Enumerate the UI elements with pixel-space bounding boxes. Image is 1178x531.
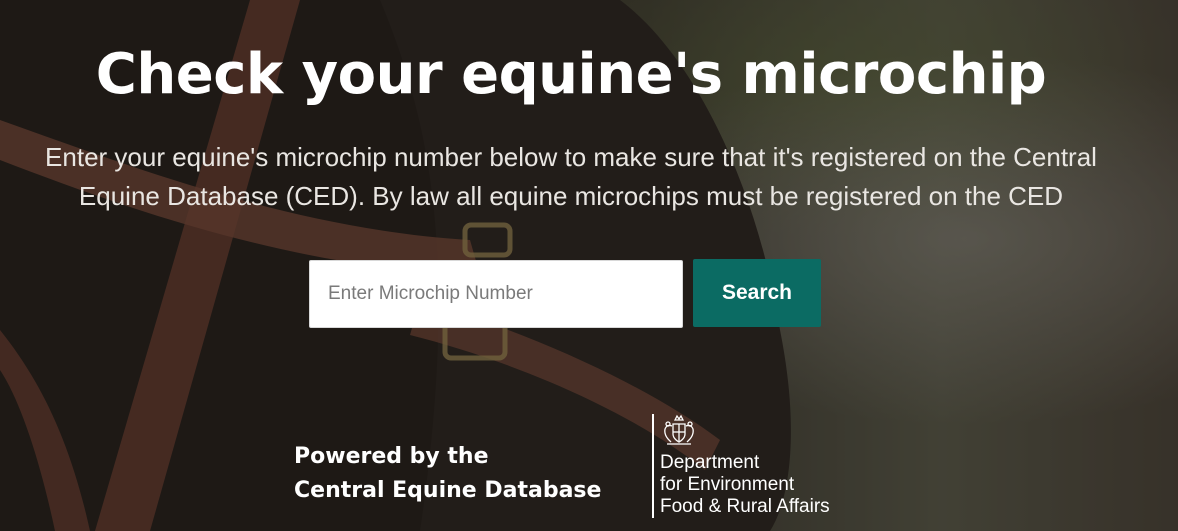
- search-button[interactable]: Search: [693, 259, 821, 327]
- defra-line-1: Department: [660, 452, 760, 473]
- defra-line-2: for Environment: [660, 474, 795, 495]
- defra-line-3: Food & Rural Affairs: [660, 496, 830, 517]
- page-subtitle: Enter your equine's microchip number bel…: [0, 138, 1142, 216]
- subtitle-line-1: Enter your equine's microchip number bel…: [45, 142, 1097, 172]
- hero-section: Check your equine's microchip Enter your…: [0, 0, 1178, 531]
- defra-logo-text: Department for Environment Food & Rural …: [660, 452, 830, 518]
- royal-coat-of-arms-icon: [664, 414, 694, 445]
- subtitle-line-2: Equine Database (CED). By law all equine…: [78, 181, 1064, 211]
- powered-by-ced: Powered by the Central Equine Database: [294, 440, 601, 508]
- powered-by-line-1: Powered by the: [294, 444, 489, 469]
- page-title: Check your equine's microchip: [95, 42, 1047, 107]
- microchip-search-input[interactable]: [309, 260, 683, 328]
- powered-by-line-2: Central Equine Database: [294, 478, 602, 503]
- defra-logo-divider: [652, 414, 654, 518]
